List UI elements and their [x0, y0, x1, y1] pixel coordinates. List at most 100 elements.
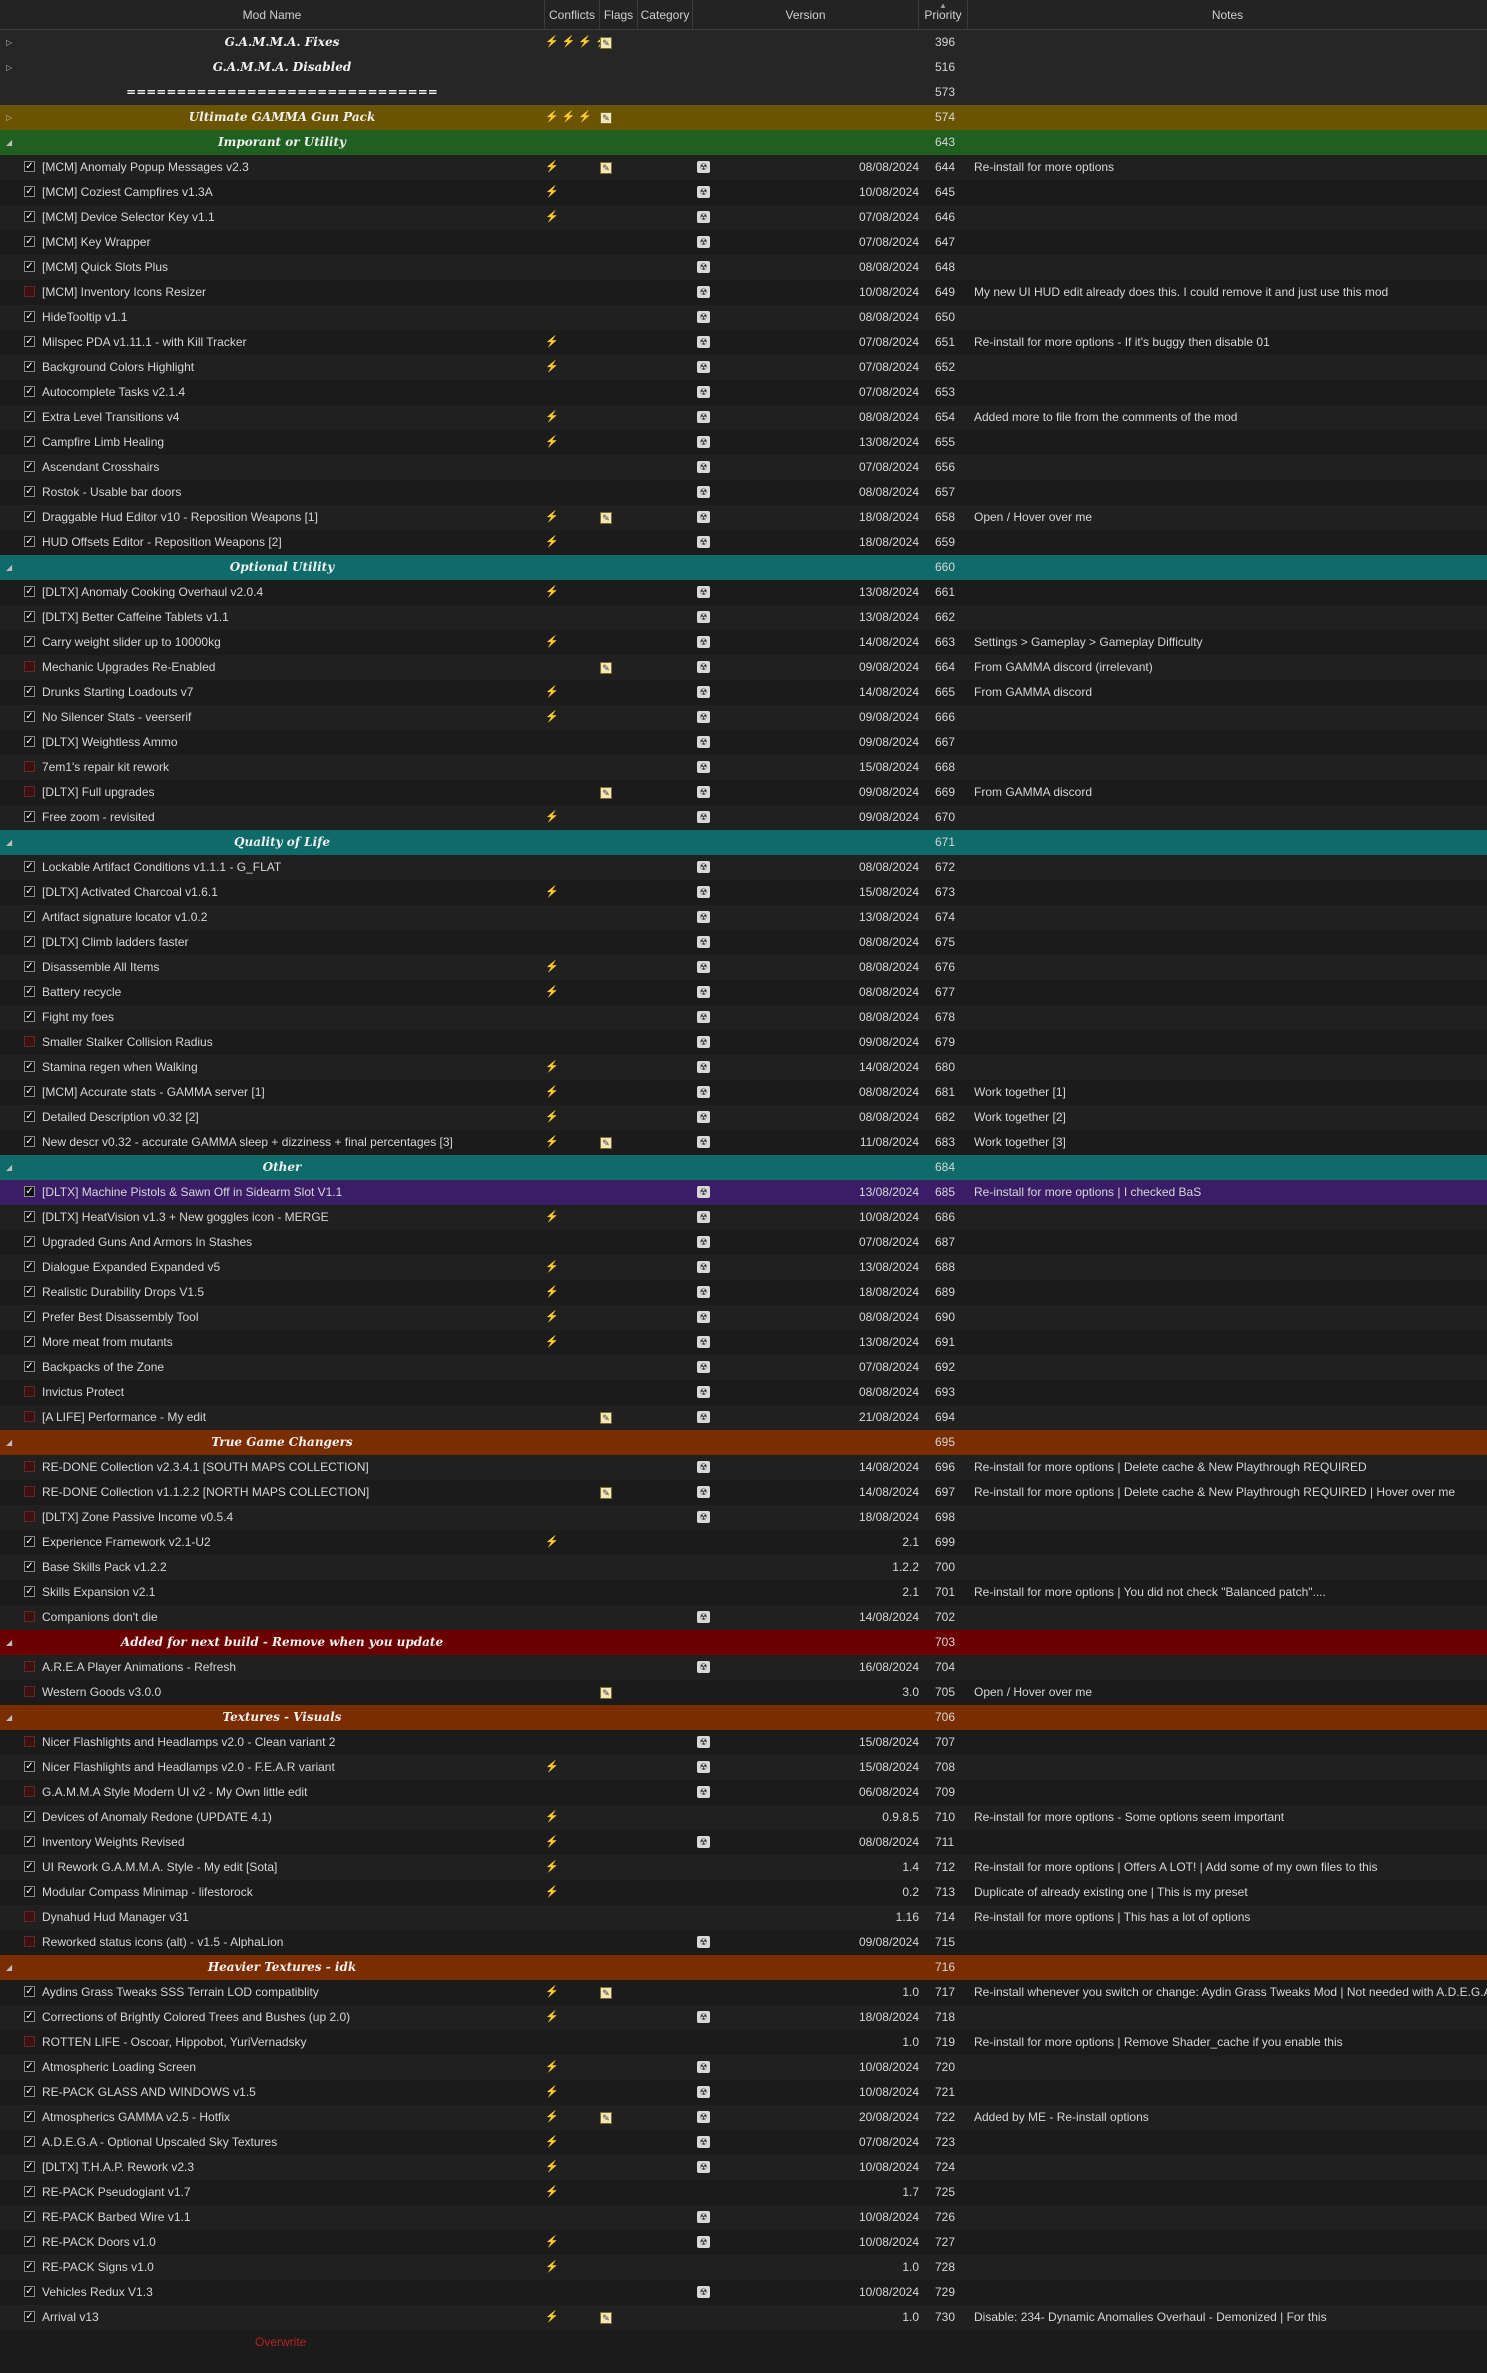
collapse-arrow-icon[interactable]: ◢: [6, 1705, 16, 1730]
enable-checkbox[interactable]: [24, 1036, 35, 1047]
mod-row[interactable]: Mechanic Upgrades Re-Enabled ✎ ☢ 09/08/2024…: [0, 655, 1487, 680]
mod-row[interactable]: ✓ Disassemble All Items ⚡ ☢ 08/08/2024 676: [0, 955, 1487, 980]
enable-checkbox[interactable]: ✓: [24, 361, 35, 372]
mod-row[interactable]: ✓ [DLTX] Anomaly Cooking Overhaul v2.0.4 ⚡…: [0, 580, 1487, 605]
group-separator-row[interactable]: ◢ Quality of Life 671: [0, 830, 1487, 855]
conflict-bolt-icon[interactable]: ⚡: [545, 180, 559, 205]
enable-checkbox[interactable]: [24, 1386, 35, 1397]
conflict-bolt-icon[interactable]: ⚡: [545, 2155, 559, 2180]
enable-checkbox[interactable]: ✓: [24, 161, 35, 172]
conflict-bolt-icon[interactable]: ⚡: [545, 30, 559, 55]
enable-checkbox[interactable]: ✓: [24, 1311, 35, 1322]
mod-row[interactable]: ✓ [DLTX] Climb ladders faster ☢ 08/08/2024 6…: [0, 930, 1487, 955]
enable-checkbox[interactable]: ✓: [24, 211, 35, 222]
enable-checkbox[interactable]: ✓: [24, 1261, 35, 1272]
notes-flag-icon[interactable]: ✎: [600, 1686, 612, 1699]
mod-row[interactable]: ✓ Free zoom - revisited ⚡ ☢ 09/08/2024 670: [0, 805, 1487, 830]
enable-checkbox[interactable]: ✓: [24, 2186, 35, 2197]
notes-flag-icon[interactable]: ✎: [600, 111, 612, 124]
column-header-mod-name[interactable]: Mod Name: [0, 0, 545, 29]
enable-checkbox[interactable]: ✓: [24, 386, 35, 397]
mod-row[interactable]: ✓ RE-PACK Pseudogiant v1.7 ⚡ 1.7 725: [0, 2180, 1487, 2205]
enable-checkbox[interactable]: ✓: [24, 611, 35, 622]
mod-row[interactable]: ROTTEN LIFE - Oscoar, Hippobot, YuriVern…: [0, 2030, 1487, 2055]
mod-row[interactable]: [DLTX] Full upgrades ✎ ☢ 09/08/2024 669 From …: [0, 780, 1487, 805]
mod-row[interactable]: ✓ RE-PACK Signs v1.0 ⚡ 1.0 728: [0, 2255, 1487, 2280]
collapse-arrow-icon[interactable]: ◢: [6, 1955, 16, 1980]
enable-checkbox[interactable]: [24, 1661, 35, 1672]
enable-checkbox[interactable]: ✓: [24, 2011, 35, 2022]
enable-checkbox[interactable]: ✓: [24, 1536, 35, 1547]
conflict-bolt-icon[interactable]: ⚡: [545, 530, 559, 555]
mod-row[interactable]: ✓ Base Skills Pack v1.2.2 1.2.2 700: [0, 1555, 1487, 1580]
conflict-bolt-icon[interactable]: ⚡: [545, 405, 559, 430]
enable-checkbox[interactable]: ✓: [24, 261, 35, 272]
enable-checkbox[interactable]: ✓: [24, 1986, 35, 1997]
enable-checkbox[interactable]: [24, 1911, 35, 1922]
conflict-bolt-icon[interactable]: ⚡: [545, 1980, 559, 2005]
mod-row[interactable]: ✓ Stamina regen when Walking ⚡ ☢ 14/08/2024 6…: [0, 1055, 1487, 1080]
enable-checkbox[interactable]: ✓: [24, 1361, 35, 1372]
mod-row[interactable]: ✓ More meat from mutants ⚡ ☢ 13/08/2024 691: [0, 1330, 1487, 1355]
enable-checkbox[interactable]: ✓: [24, 736, 35, 747]
mod-row[interactable]: ✓ Skills Expansion v2.1 2.1 701 Re-install f…: [0, 1580, 1487, 1605]
enable-checkbox[interactable]: ✓: [24, 536, 35, 547]
enable-checkbox[interactable]: [24, 1686, 35, 1697]
enable-checkbox[interactable]: ✓: [24, 461, 35, 472]
collapse-arrow-icon[interactable]: ◢: [6, 1630, 16, 1655]
conflict-bolt-icon[interactable]: ⚡: [545, 1830, 559, 1855]
enable-checkbox[interactable]: ✓: [24, 1836, 35, 1847]
enable-checkbox[interactable]: [24, 1486, 35, 1497]
enable-checkbox[interactable]: ✓: [24, 1086, 35, 1097]
notes-flag-icon[interactable]: ✎: [600, 161, 612, 174]
notes-flag-icon[interactable]: ✎: [600, 1411, 612, 1424]
conflict-bolt-icon[interactable]: ⚡: [545, 105, 559, 130]
group-separator-row[interactable]: ◢ Optional Utility 660: [0, 555, 1487, 580]
enable-checkbox[interactable]: ✓: [24, 486, 35, 497]
conflict-bolt-icon[interactable]: ⚡: [545, 1205, 559, 1230]
mod-row[interactable]: ✓ Nicer Flashlights and Headlamps v2.0 - …: [0, 1755, 1487, 1780]
mod-row[interactable]: Western Goods v3.0.0 ✎ 3.0 705 Open / Hover …: [0, 1680, 1487, 1705]
conflict-bolt-icon[interactable]: ⚡: [545, 630, 559, 655]
enable-checkbox[interactable]: ✓: [24, 1111, 35, 1122]
enable-checkbox[interactable]: [24, 2036, 35, 2047]
collapse-arrow-icon[interactable]: ◢: [6, 830, 16, 855]
enable-checkbox[interactable]: ✓: [24, 1236, 35, 1247]
enable-checkbox[interactable]: ✓: [24, 961, 35, 972]
mod-row[interactable]: [MCM] Inventory Icons Resizer ☢ 10/08/2024…: [0, 280, 1487, 305]
mod-row[interactable]: Dynahud Hud Manager v31 1.16 714 Re-install…: [0, 1905, 1487, 1930]
mod-list[interactable]: ▷G.A.M.M.A. Fixes⚡⚡⚡⚡✎396▷G.A.M.M.A. Dis…: [0, 30, 1487, 2355]
mod-row[interactable]: ✓ [DLTX] T.H.A.P. Rework v2.3 ⚡ ☢ 10/08/2024…: [0, 2155, 1487, 2180]
enable-checkbox[interactable]: ✓: [24, 411, 35, 422]
mod-row[interactable]: ✓ Arrival v13 ⚡ ✎ 1.0 730 Disable: 234- Dynami…: [0, 2305, 1487, 2330]
conflict-bolt-icon[interactable]: ⚡: [545, 2130, 559, 2155]
enable-checkbox[interactable]: [24, 1736, 35, 1747]
enable-checkbox[interactable]: ✓: [24, 511, 35, 522]
mod-row[interactable]: ✓ Autocomplete Tasks v2.1.4 ☢ 07/08/2024 653: [0, 380, 1487, 405]
enable-checkbox[interactable]: ✓: [24, 1811, 35, 1822]
enable-checkbox[interactable]: [24, 286, 35, 297]
conflict-bolt-icon[interactable]: ⚡: [545, 1755, 559, 1780]
enable-checkbox[interactable]: ✓: [24, 811, 35, 822]
conflict-bolt-icon[interactable]: ⚡: [545, 1805, 559, 1830]
conflict-bolt-icon[interactable]: ⚡: [545, 1330, 559, 1355]
enable-checkbox[interactable]: ✓: [24, 861, 35, 872]
mod-row[interactable]: ✓ A.D.E.G.A - Optional Upscaled Sky Textu…: [0, 2130, 1487, 2155]
mod-row[interactable]: [A LIFE] Performance - My edit ✎ ☢ 21/08/20…: [0, 1405, 1487, 1430]
conflict-bolt-icon[interactable]: ⚡: [545, 205, 559, 230]
mod-row[interactable]: ✓ Atmospheric Loading Screen ⚡ ☢ 10/08/2024 7…: [0, 2055, 1487, 2080]
mod-row[interactable]: ✓ Realistic Durability Drops V1.5 ⚡ ☢ 18/08/…: [0, 1280, 1487, 1305]
mod-row[interactable]: ✓ [MCM] Anomaly Popup Messages v2.3 ⚡ ✎ ☢ 08/…: [0, 155, 1487, 180]
mod-row[interactable]: ✓ HUD Offsets Editor - Reposition Weapons…: [0, 530, 1487, 555]
conflict-bolt-icon[interactable]: ⚡: [545, 505, 559, 530]
notes-flag-icon[interactable]: ✎: [600, 36, 612, 49]
mod-row[interactable]: ✓ Experience Framework v2.1-U2 ⚡ 2.1 699: [0, 1530, 1487, 1555]
notes-flag-icon[interactable]: ✎: [600, 661, 612, 674]
enable-checkbox[interactable]: ✓: [24, 2261, 35, 2272]
mod-row[interactable]: ✓ Prefer Best Disassembly Tool ⚡ ☢ 08/08/202…: [0, 1305, 1487, 1330]
mod-row[interactable]: ✓ Draggable Hud Editor v10 - Reposition W…: [0, 505, 1487, 530]
mod-row[interactable]: [DLTX] Zone Passive Income v0.5.4 ☢ 18/08/…: [0, 1505, 1487, 1530]
notes-flag-icon[interactable]: ✎: [600, 1986, 612, 1999]
mod-row[interactable]: ✓ Backpacks of the Zone ☢ 07/08/2024 692: [0, 1355, 1487, 1380]
conflict-bolt-icon[interactable]: ⚡: [545, 2005, 559, 2030]
